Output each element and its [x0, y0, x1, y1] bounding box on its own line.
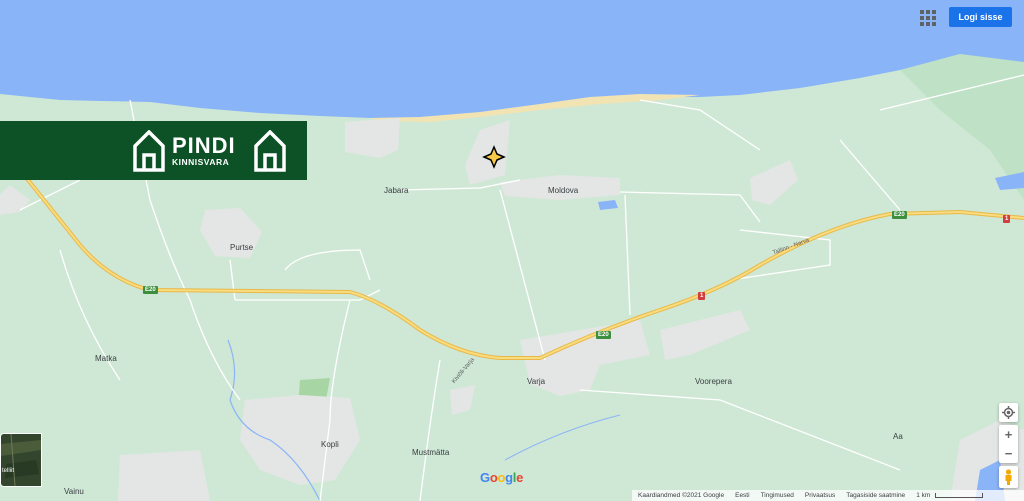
house-icon — [133, 130, 165, 172]
signin-button[interactable]: Logi sisse — [949, 7, 1012, 27]
road-shield-e20: E20 — [892, 211, 907, 219]
place-label: Matka — [95, 354, 117, 363]
privacy-link[interactable]: Privaatsus — [805, 492, 835, 499]
road-shield-e20: E20 — [596, 331, 611, 339]
map-canvas[interactable] — [0, 0, 1024, 501]
logo-sub: KINNISVARA — [172, 157, 230, 167]
scale-label[interactable]: 1 km — [916, 492, 930, 499]
my-location-button[interactable] — [999, 403, 1018, 422]
zoom-in-button[interactable]: + — [999, 425, 1018, 444]
house-icon — [254, 130, 286, 172]
place-label: Vainu — [64, 487, 84, 496]
place-label: Kopli — [321, 440, 339, 449]
google-logo: Google — [480, 470, 524, 485]
place-label: Aa — [893, 432, 903, 441]
country-link[interactable]: Eesti — [735, 492, 749, 499]
pegman-icon — [1005, 469, 1012, 485]
logo-name: PINDI — [172, 133, 236, 158]
place-label: Moldova — [548, 186, 579, 195]
place-label: Purtse — [230, 243, 254, 252]
attribution-text: Kaardiandmed ©2021 Google — [638, 492, 725, 499]
satellite-thumbnail — [1, 434, 41, 486]
my-location-icon — [1002, 406, 1015, 419]
map-footer: Kaardiandmed ©2021 Google Eesti Tingimus… — [632, 490, 1024, 501]
scale-bar — [935, 493, 984, 498]
pegman-button[interactable] — [999, 466, 1018, 488]
satellite-label: telliit — [2, 468, 15, 474]
road-shield-e20: E20 — [143, 286, 158, 294]
pindi-logo: PINDI KINNISVARA — [0, 121, 307, 180]
feedback-link[interactable]: Tagasiside saatmine — [846, 492, 905, 499]
road-shield-1: 1 — [698, 292, 706, 300]
road-shield-1: 1 — [1003, 215, 1011, 223]
place-label: Voorepera — [695, 377, 732, 386]
place-label: Varja — [527, 377, 546, 386]
terms-link[interactable]: Tingimused — [761, 492, 794, 499]
zoom-out-button[interactable]: − — [999, 444, 1018, 463]
place-label: Jabara — [384, 186, 409, 195]
satellite-layer-toggle[interactable]: telliit — [0, 433, 42, 487]
place-label: Mustmätta — [412, 448, 450, 457]
apps-icon[interactable] — [918, 8, 936, 26]
